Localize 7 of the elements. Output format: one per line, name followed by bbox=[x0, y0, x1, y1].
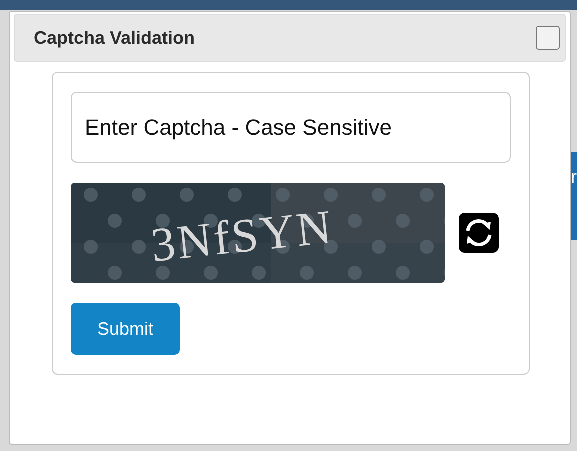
refresh-icon[interactable] bbox=[459, 213, 499, 254]
submit-button[interactable]: Submit bbox=[71, 303, 180, 355]
captcha-text: 3NfSYN bbox=[148, 200, 336, 274]
captcha-input-field[interactable]: Enter Captcha - Case Sensitive bbox=[71, 92, 511, 164]
close-button[interactable] bbox=[536, 26, 560, 50]
dialog-title: Captcha Validation bbox=[34, 28, 196, 48]
side-button[interactable]: r bbox=[571, 152, 577, 240]
